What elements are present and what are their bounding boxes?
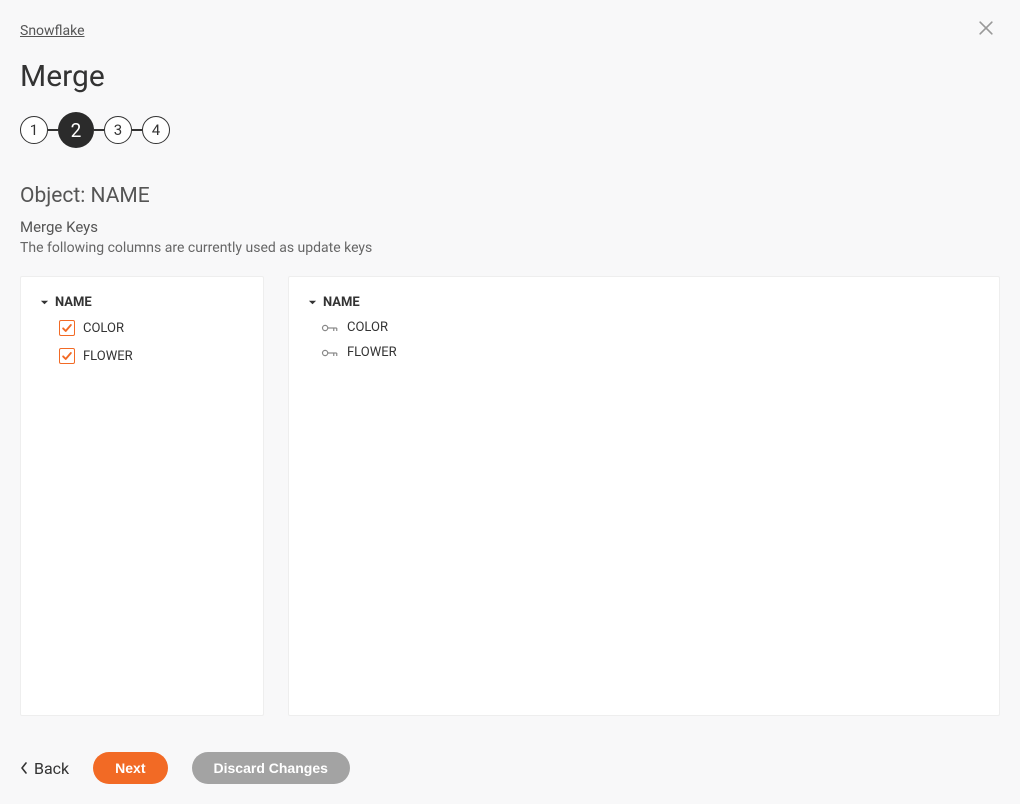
step-3[interactable]: 3 xyxy=(104,116,132,144)
tree-header-label: NAME xyxy=(323,295,360,310)
page-title: Merge xyxy=(20,59,1000,94)
step-4[interactable]: 4 xyxy=(142,116,170,144)
merge-keys-description: The following columns are currently used… xyxy=(20,240,1000,256)
step-1[interactable]: 1 xyxy=(20,116,48,144)
key-item-label: FLOWER xyxy=(347,345,397,360)
key-item-flower: FLOWER xyxy=(307,345,981,360)
tree-item-label: FLOWER xyxy=(83,349,133,364)
object-heading: Object: NAME xyxy=(20,184,1000,208)
checkbox-color[interactable] xyxy=(59,320,75,336)
step-2[interactable]: 2 xyxy=(58,112,94,148)
tree-header-name[interactable]: NAME xyxy=(39,295,245,310)
tree-item-color[interactable]: COLOR xyxy=(39,320,245,336)
discard-changes-button[interactable]: Discard Changes xyxy=(192,752,350,784)
stepper: 1 2 3 4 xyxy=(20,112,1000,148)
chevron-left-icon xyxy=(20,762,28,774)
tree-header-name[interactable]: NAME xyxy=(307,295,981,310)
merge-keys-panel: NAME COLOR xyxy=(288,276,1000,716)
chevron-down-icon xyxy=(307,298,317,308)
merge-keys-label: Merge Keys xyxy=(20,218,1000,236)
key-icon xyxy=(321,321,339,335)
step-connector xyxy=(132,129,142,131)
chevron-down-icon xyxy=(39,298,49,308)
step-connector xyxy=(48,129,58,131)
tree-item-label: COLOR xyxy=(83,321,124,336)
key-item-color: COLOR xyxy=(307,320,981,335)
tree-item-flower[interactable]: FLOWER xyxy=(39,348,245,364)
back-button[interactable]: Back xyxy=(20,759,69,778)
checkbox-flower[interactable] xyxy=(59,348,75,364)
key-item-label: COLOR xyxy=(347,320,388,335)
tree-header-label: NAME xyxy=(55,295,92,310)
back-label: Back xyxy=(34,759,69,778)
breadcrumb-snowflake[interactable]: Snowflake xyxy=(20,23,85,39)
next-button[interactable]: Next xyxy=(93,752,167,784)
step-connector xyxy=(94,129,104,131)
close-icon[interactable] xyxy=(976,18,996,38)
key-icon xyxy=(321,346,339,360)
source-columns-panel: NAME COLOR FLOWER xyxy=(20,276,264,716)
